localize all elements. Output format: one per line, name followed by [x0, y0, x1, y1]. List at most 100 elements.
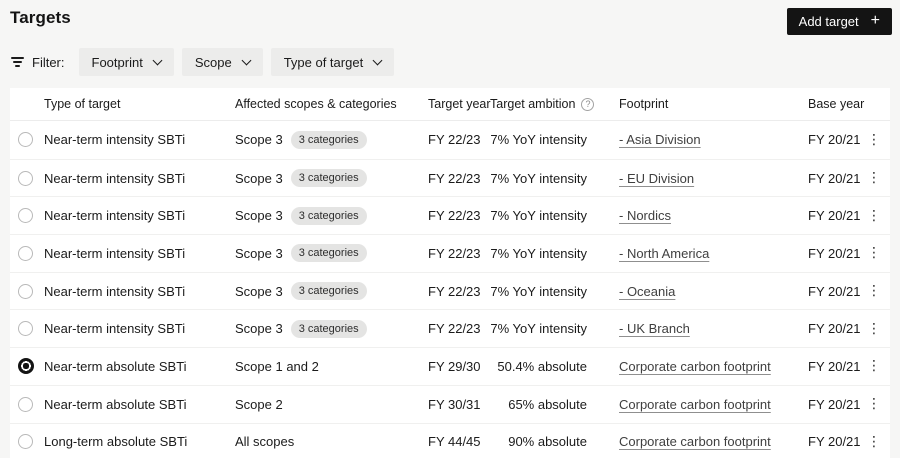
type-of-target-cell: Long-term absolute SBTi: [44, 434, 188, 450]
radio-cell: [10, 208, 44, 224]
radio-button[interactable]: [18, 170, 33, 186]
filter-chip-label: Type of target: [283, 54, 364, 70]
target-ambition-cell: 7% YoY intensity: [490, 208, 587, 224]
kebab-cell: ⋮: [858, 133, 890, 147]
filter-chip-scope[interactable]: Scope: [181, 48, 263, 76]
radio-button[interactable]: [18, 283, 33, 299]
header-affected-scopes: Affected scopes & categories: [235, 97, 397, 111]
footprint-cell: - EU Division: [608, 171, 808, 186]
help-icon[interactable]: ?: [581, 97, 595, 111]
footprint-cell: Corporate carbon footprint: [608, 359, 808, 374]
footprint-link[interactable]: - Nordics: [619, 208, 671, 223]
kebab-cell: ⋮: [858, 246, 890, 260]
kebab-cell: ⋮: [858, 209, 890, 223]
topbar: Targets Add target +: [0, 0, 900, 35]
base-year-cell: FY 20/21: [808, 208, 861, 224]
type-of-target-cell: Near-term intensity SBTi: [44, 132, 186, 148]
affected-scopes-cell: Scope 3 3 categories: [235, 282, 428, 301]
plus-icon: +: [870, 12, 880, 29]
target-year-cell: FY 30/31: [428, 396, 481, 412]
scope-label: Scope 1 and 2: [235, 358, 319, 374]
radio-cell: [10, 132, 44, 148]
affected-scopes-cell: Scope 1 and 2: [235, 359, 428, 374]
footprint-link[interactable]: - North America: [619, 246, 709, 261]
target-year-cell: FY 22/23: [428, 208, 481, 224]
footprint-link[interactable]: - Asia Division: [619, 132, 701, 147]
footprint-link[interactable]: - UK Branch: [619, 321, 690, 336]
radio-button[interactable]: [18, 434, 33, 450]
affected-scopes-cell: Scope 3 3 categories: [235, 169, 428, 188]
chevron-down-icon: [372, 55, 383, 65]
kebab-cell: ⋮: [858, 322, 890, 336]
affected-scopes-cell: Scope 3 3 categories: [235, 244, 428, 263]
categories-badge: 3 categories: [290, 169, 367, 188]
header-footprint: Footprint: [619, 97, 669, 111]
target-ambition-cell: 90% absolute: [508, 434, 587, 450]
radio-button[interactable]: [18, 132, 33, 148]
affected-scopes-cell: Scope 3 3 categories: [235, 130, 428, 149]
base-year-cell: FY 20/21: [808, 434, 861, 450]
kebab-menu-icon[interactable]: ⋮: [867, 359, 881, 373]
table-header-row: Type of target Affected scopes & categor…: [10, 88, 890, 121]
scope-label: Scope 3: [235, 132, 283, 148]
filter-chip-label: Scope: [194, 54, 232, 70]
base-year-cell: FY 20/21: [808, 358, 861, 374]
radio-cell: [10, 170, 44, 186]
base-year-cell: FY 20/21: [808, 245, 861, 261]
target-ambition-cell: 7% YoY intensity: [490, 132, 587, 148]
footprint-cell: Corporate carbon footprint: [608, 397, 808, 412]
table-row: Near-term intensity SBTi Scope 3 3 categ…: [10, 234, 890, 272]
add-target-button[interactable]: Add target +: [786, 8, 892, 35]
footprint-link[interactable]: - EU Division: [619, 171, 694, 186]
categories-badge: 3 categories: [290, 206, 367, 225]
header-type-of-target: Type of target: [44, 97, 121, 111]
radio-button[interactable]: [18, 358, 34, 375]
table-body: Near-term intensity SBTi Scope 3 3 categ…: [10, 121, 890, 458]
categories-badge: 3 categories: [290, 130, 367, 149]
type-of-target-cell: Near-term absolute SBTi: [44, 358, 187, 374]
affected-scopes-cell: Scope 2: [235, 397, 428, 412]
radio-button[interactable]: [18, 245, 33, 261]
scope-label: All scopes: [235, 434, 295, 450]
kebab-menu-icon[interactable]: ⋮: [867, 209, 881, 223]
target-year-cell: FY 22/23: [428, 245, 481, 261]
kebab-menu-icon[interactable]: ⋮: [867, 171, 881, 185]
radio-button[interactable]: [18, 396, 33, 412]
scope-label: Scope 3: [235, 245, 283, 261]
target-year-cell: FY 29/30: [428, 358, 481, 374]
base-year-cell: FY 20/21: [808, 321, 861, 337]
radio-button[interactable]: [18, 208, 33, 224]
kebab-cell: ⋮: [858, 284, 890, 298]
target-ambition-cell: 7% YoY intensity: [490, 283, 587, 299]
target-year-cell: FY 22/23: [428, 283, 481, 299]
table-row: Long-term absolute SBTi All scopes FY 44…: [10, 422, 890, 458]
filter-chip-footprint[interactable]: Footprint: [78, 48, 174, 76]
footprint-link[interactable]: Corporate carbon footprint: [619, 434, 771, 449]
kebab-menu-icon[interactable]: ⋮: [867, 133, 881, 147]
target-year-cell: FY 22/23: [428, 321, 481, 337]
header-target-year: Target year: [428, 97, 491, 111]
filter-chip-type-of-target[interactable]: Type of target: [270, 48, 395, 76]
footprint-link[interactable]: - Oceania: [619, 284, 675, 299]
kebab-cell: ⋮: [858, 397, 890, 411]
radio-button[interactable]: [18, 321, 33, 337]
kebab-menu-icon[interactable]: ⋮: [867, 246, 881, 260]
target-year-cell: FY 22/23: [428, 132, 481, 148]
kebab-menu-icon[interactable]: ⋮: [867, 284, 881, 298]
type-of-target-cell: Near-term intensity SBTi: [44, 321, 186, 337]
type-of-target-cell: Near-term absolute SBTi: [44, 396, 187, 412]
header-target-ambition-label: Target ambition: [490, 97, 576, 111]
base-year-cell: FY 20/21: [808, 132, 861, 148]
table-row: Near-term absolute SBTi Scope 2 FY 30/31…: [10, 384, 890, 423]
affected-scopes-cell: Scope 3 3 categories: [235, 319, 428, 338]
table-row: Near-term intensity SBTi Scope 3 3 categ…: [10, 158, 890, 197]
footprint-cell: - Asia Division: [608, 132, 808, 147]
footprint-link[interactable]: Corporate carbon footprint: [619, 397, 771, 412]
kebab-menu-icon[interactable]: ⋮: [867, 435, 881, 449]
header-base-year: Base year: [808, 97, 865, 111]
footprint-link[interactable]: Corporate carbon footprint: [619, 359, 771, 374]
target-year-cell: FY 22/23: [428, 170, 481, 186]
base-year-cell: FY 20/21: [808, 170, 861, 186]
kebab-menu-icon[interactable]: ⋮: [867, 322, 881, 336]
kebab-menu-icon[interactable]: ⋮: [867, 397, 881, 411]
